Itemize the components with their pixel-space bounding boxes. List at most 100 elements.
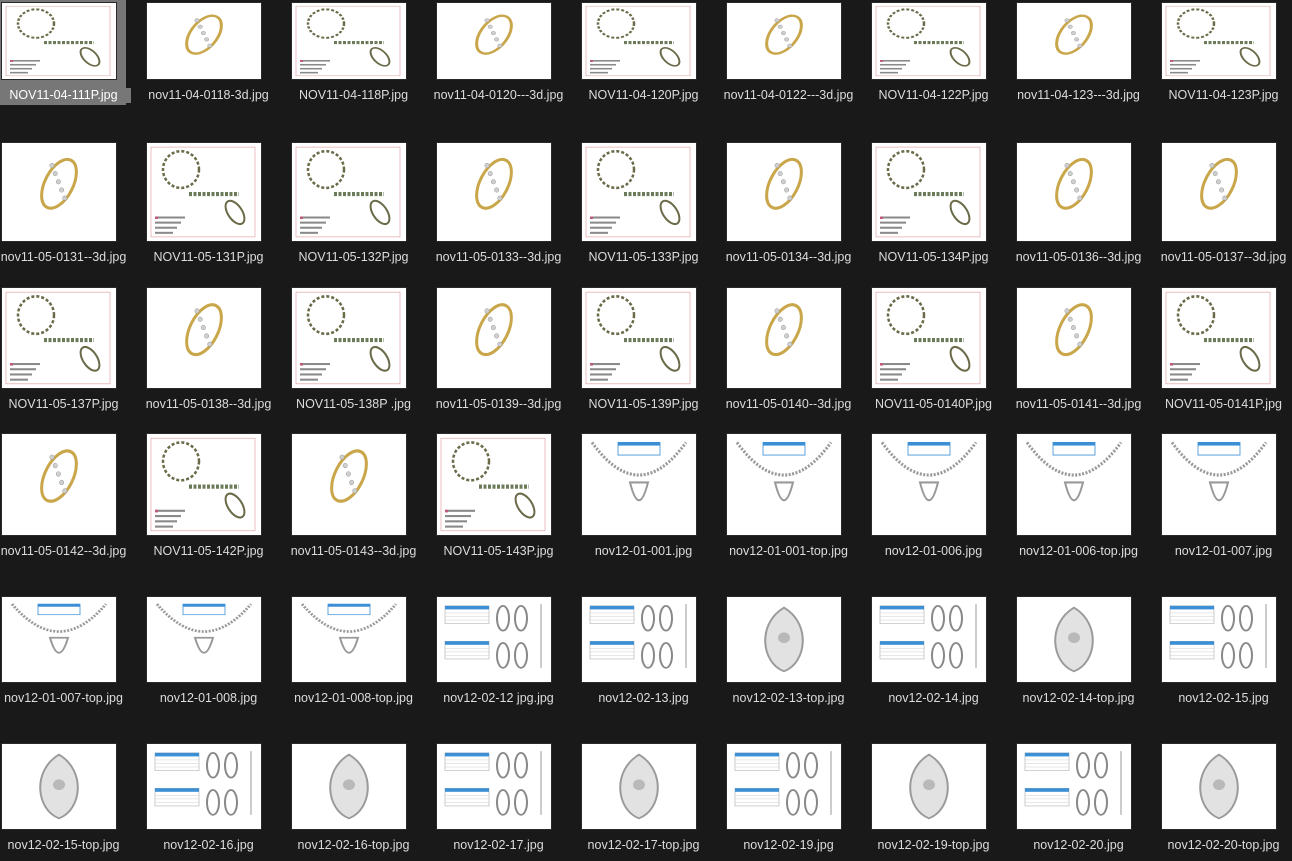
file-thumbnail [727, 744, 841, 829]
file-tile[interactable]: NOV11-04-122P.jpg [870, 0, 1015, 105]
file-tile[interactable]: NOV11-05-0141P.jpg [1160, 285, 1292, 414]
file-thumbnail [2, 3, 116, 79]
file-name: NOV11-05-142P.jpg [153, 544, 264, 558]
necklace-image [10, 603, 108, 654]
file-tile[interactable]: nov11-05-0133--3d.jpg [435, 140, 580, 267]
file-tile[interactable]: nov11-05-0136--3d.jpg [1015, 140, 1160, 267]
file-thumbnail [727, 597, 841, 682]
file-tile[interactable]: nov11-05-0139--3d.jpg [435, 285, 580, 414]
file-tile[interactable]: nov11-05-0134--3d.jpg [725, 140, 870, 267]
file-thumbnail [1017, 597, 1131, 682]
file-tile[interactable]: NOV11-05-142P.jpg [145, 431, 290, 561]
file-name: nov11-05-0139--3d.jpg [435, 397, 562, 411]
file-tile[interactable]: nov12-02-17-top.jpg [580, 741, 725, 855]
file-tile[interactable]: nov11-05-0141--3d.jpg [1015, 285, 1160, 414]
file-tile[interactable]: nov11-05-0131--3d.jpg [0, 140, 145, 267]
file-name: nov12-02-12 jpg.jpg [443, 691, 554, 705]
file-name: nov12-01-001-top.jpg [729, 544, 848, 558]
pendant-sheet-image [1169, 604, 1267, 669]
file-thumbnail [147, 744, 261, 829]
file-tile[interactable]: nov12-01-008.jpg [145, 594, 290, 708]
file-thumbnail [437, 434, 551, 535]
file-name: NOV11-04-111P.jpg [0, 88, 131, 103]
file-thumbnail [727, 143, 841, 241]
file-tile[interactable]: NOV11-05-133P.jpg [580, 140, 725, 267]
file-tile[interactable]: nov12-02-15.jpg [1160, 594, 1292, 708]
file-thumbnail [147, 143, 261, 241]
file-tile[interactable]: NOV11-05-131P.jpg [145, 140, 290, 267]
file-name: nov11-04-0122---3d.jpg [723, 88, 854, 102]
file-tile[interactable]: nov11-05-0137--3d.jpg [1160, 140, 1292, 267]
ring-image [765, 303, 803, 357]
file-name: nov11-05-0141--3d.jpg [1015, 397, 1142, 411]
file-tile[interactable]: NOV11-05-137P.jpg [0, 285, 145, 414]
file-tile[interactable]: nov11-04-0120---3d.jpg [434, 0, 580, 105]
file-thumbnail [872, 3, 986, 79]
file-name: nov11-05-0142--3d.jpg [0, 544, 127, 558]
file-name: nov12-02-16.jpg [163, 838, 254, 852]
file-thumbnail [437, 143, 551, 241]
file-tile[interactable]: nov11-04-123---3d.jpg [1015, 0, 1160, 105]
file-tile[interactable]: nov12-01-007-top.jpg [0, 594, 145, 708]
file-thumbnail [292, 744, 406, 829]
file-thumbnail [147, 434, 261, 535]
file-tile[interactable]: nov12-02-14-top.jpg [1015, 594, 1160, 708]
file-tile[interactable]: nov12-02-16.jpg [145, 741, 290, 855]
file-tile[interactable]: nov12-01-001-top.jpg [725, 431, 870, 561]
file-tile[interactable]: nov12-01-008-top.jpg [290, 594, 435, 708]
file-thumbnail [872, 143, 986, 241]
file-tile[interactable]: NOV11-04-120P.jpg [580, 0, 725, 105]
file-tile[interactable]: NOV11-05-132P.jpg [290, 140, 435, 267]
file-tile[interactable]: nov12-02-15-top.jpg [0, 741, 145, 855]
file-tile[interactable]: NOV11-05-134P.jpg [870, 140, 1015, 267]
file-tile[interactable]: NOV11-04-118P.jpg [290, 0, 435, 105]
file-tile[interactable]: nov12-02-13.jpg [580, 594, 725, 708]
file-thumbnail [2, 434, 116, 535]
file-thumbnail [292, 288, 406, 388]
file-tile[interactable]: NOV11-05-138P .jpg [290, 285, 435, 414]
file-name: nov12-02-15-top.jpg [7, 838, 120, 852]
file-tile[interactable]: nov12-01-006.jpg [870, 431, 1015, 561]
pendant-sheet-image [1024, 751, 1122, 816]
file-tile[interactable]: nov12-02-20-top.jpg [1160, 741, 1292, 855]
file-name: NOV11-05-131P.jpg [153, 250, 264, 264]
file-tile[interactable]: NOV11-04-111P.jpg [0, 0, 145, 105]
file-tile[interactable]: nov12-02-19-top.jpg [870, 741, 1015, 855]
file-tile[interactable]: NOV11-05-139P.jpg [580, 285, 725, 414]
pendant-sheet-image [879, 604, 977, 669]
file-tile[interactable]: nov12-01-006-top.jpg [1015, 431, 1160, 561]
file-thumbnail [2, 143, 116, 241]
file-tile[interactable]: nov12-01-001.jpg [580, 431, 725, 561]
sheet-image [585, 146, 691, 238]
file-tile[interactable]: nov12-02-14.jpg [870, 594, 1015, 708]
pendant-sheet-image [444, 751, 542, 816]
file-tile[interactable]: NOV11-05-143P.jpg [435, 431, 580, 561]
file-tile[interactable]: NOV11-04-123P.jpg [1160, 0, 1292, 105]
ring-image [475, 303, 513, 357]
sheet-image [875, 5, 981, 77]
file-tile[interactable]: nov11-04-0122---3d.jpg [724, 0, 870, 105]
file-tile[interactable]: nov11-05-0142--3d.jpg [0, 431, 145, 561]
file-thumbnail [1162, 434, 1276, 535]
file-name: nov12-02-16-top.jpg [297, 838, 410, 852]
file-tile[interactable]: nov12-02-20.jpg [1015, 741, 1160, 855]
necklace-image [1170, 441, 1268, 502]
file-tile[interactable]: nov11-04-0118-3d.jpg [145, 0, 290, 105]
file-tile[interactable]: nov11-05-0138--3d.jpg [145, 285, 290, 414]
file-tile[interactable]: NOV11-05-0140P.jpg [870, 285, 1015, 414]
file-tile[interactable]: nov12-02-13-top.jpg [725, 594, 870, 708]
sheet-image [585, 5, 691, 77]
file-tile[interactable]: nov11-05-0143--3d.jpg [290, 431, 435, 561]
file-tile[interactable]: nov12-01-007.jpg [1160, 431, 1292, 561]
file-thumbnail [872, 744, 986, 829]
file-tile[interactable]: nov12-02-12 jpg.jpg [435, 594, 580, 708]
file-name: nov12-02-20.jpg [1033, 838, 1124, 852]
file-thumbnail [1017, 434, 1131, 535]
file-name: nov12-01-008-top.jpg [294, 691, 413, 705]
file-tile[interactable]: nov12-02-17.jpg [435, 741, 580, 855]
file-name: NOV11-04-123P.jpg [1168, 88, 1279, 102]
file-tile[interactable]: nov12-02-16-top.jpg [290, 741, 435, 855]
sheet-image [295, 146, 401, 238]
file-tile[interactable]: nov11-05-0140--3d.jpg [725, 285, 870, 414]
file-tile[interactable]: nov12-02-19.jpg [725, 741, 870, 855]
